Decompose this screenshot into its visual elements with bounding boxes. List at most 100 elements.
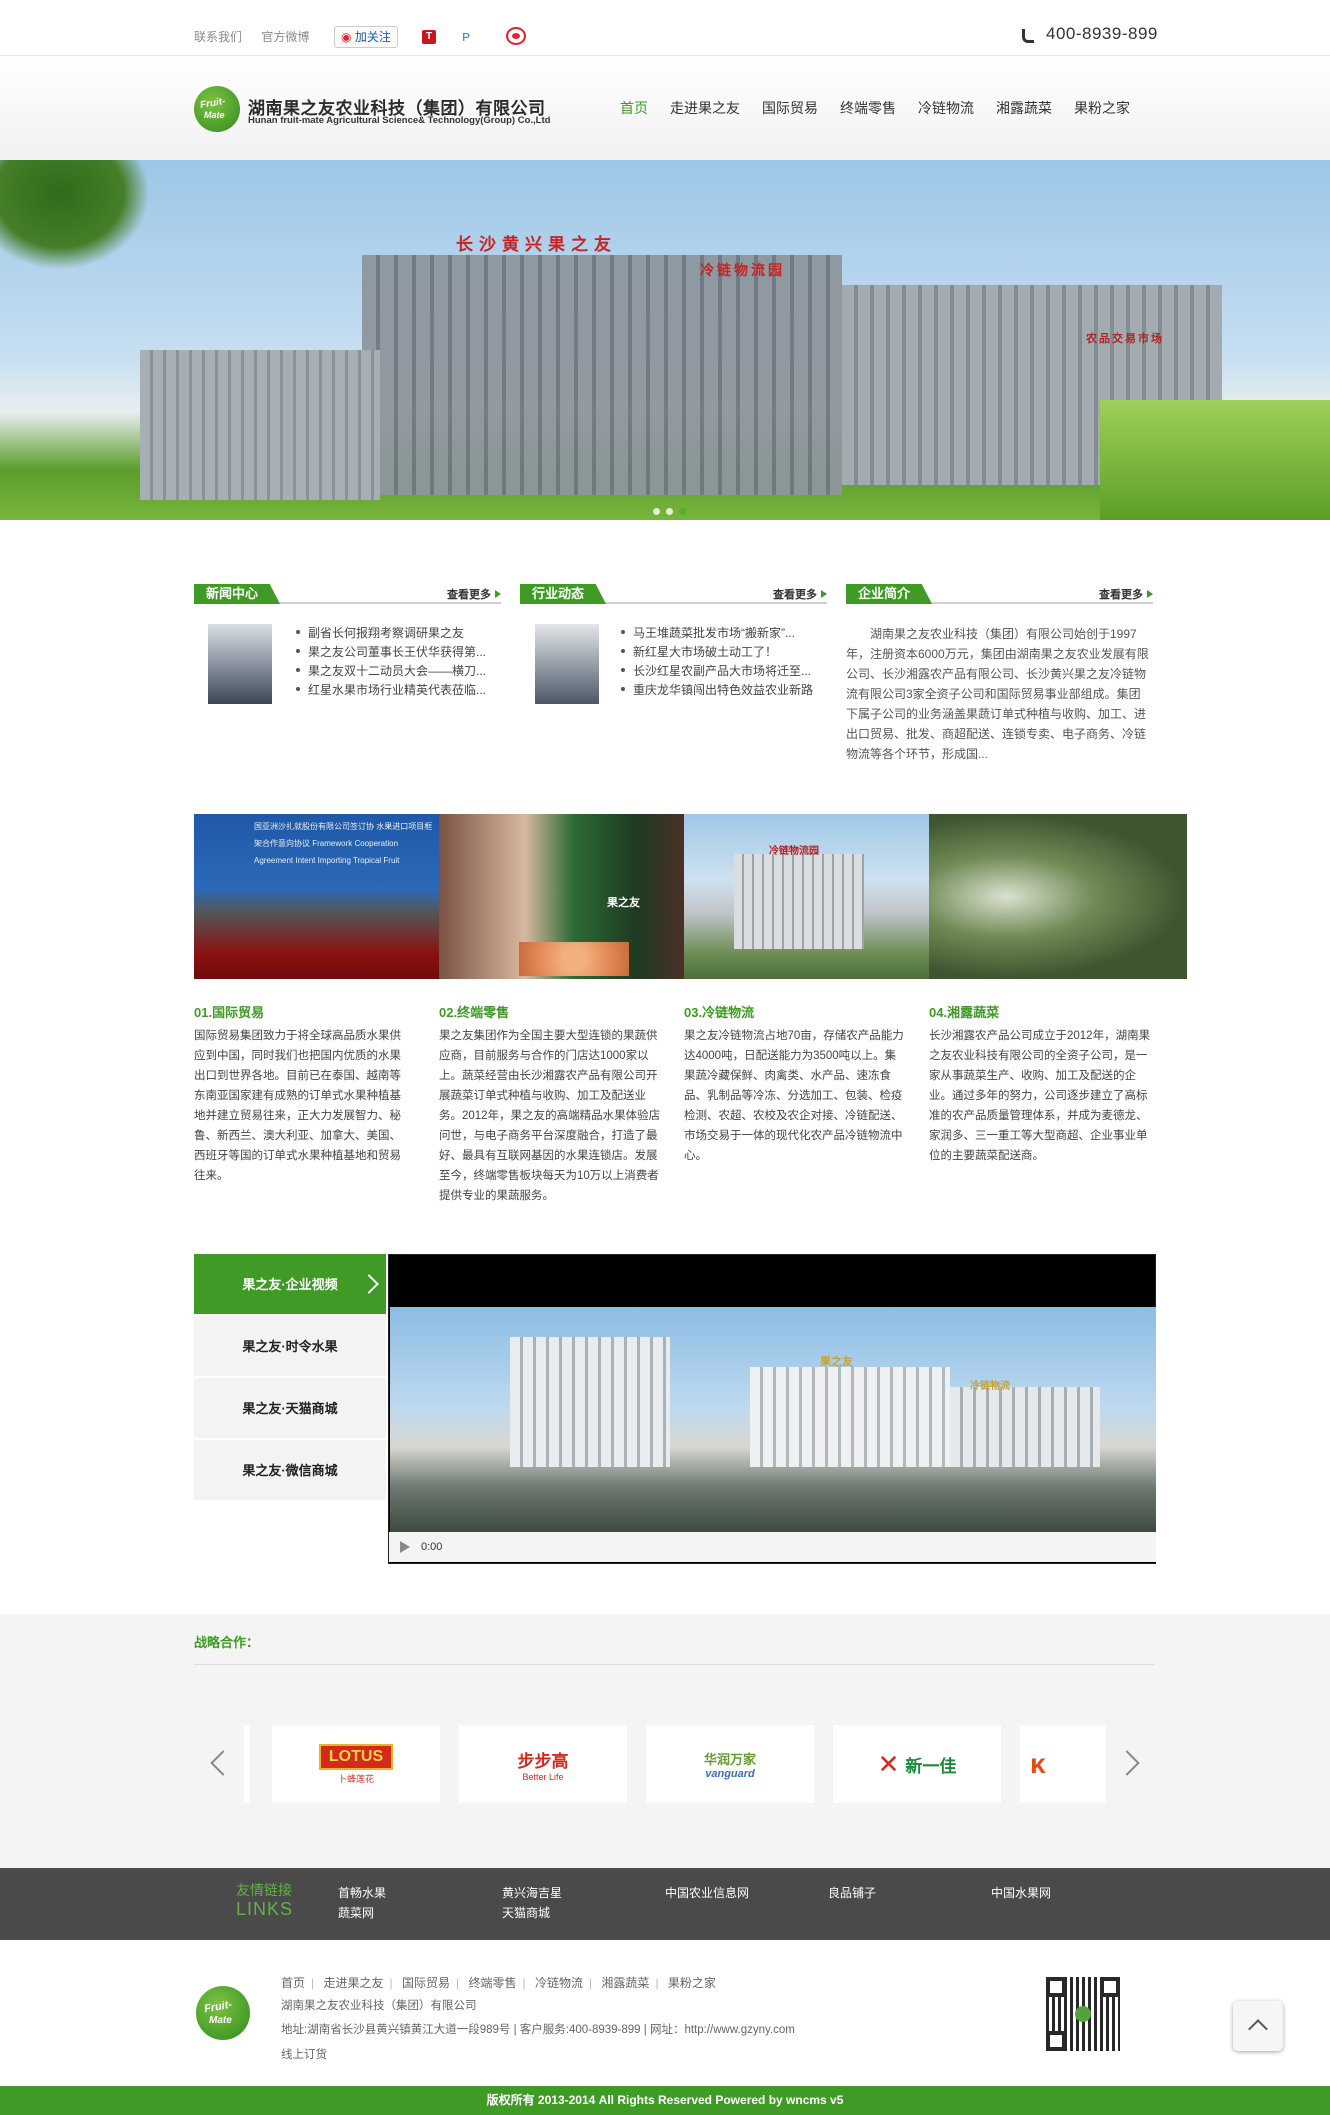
video-sign-1: 果之友 [820,1356,853,1368]
fruit-pile [519,942,629,976]
footer-order-link[interactable]: 线上订货 [281,2046,327,2062]
nav-home[interactable]: 首页 [620,98,648,118]
nav-vegetables[interactable]: 湘露蔬菜 [996,98,1052,118]
footer-nav-cold-chain[interactable]: 冷链物流 [535,1976,583,1990]
partner-logo-bubugao[interactable]: 步步高 Better Life [459,1725,627,1803]
feature-image-trade[interactable]: 国亚洲沙扎就股份有限公司签订协 水果进口项目框架合作意向协议 Framework… [194,814,439,979]
friend-link[interactable]: 蔬菜网 [338,1904,374,1921]
partner-logo-partial-left [244,1725,250,1803]
hero-banner[interactable]: 长沙黄兴果之友 冷链物流园 农品交易市场 [0,160,1330,520]
trade-banner-text: 国亚洲沙扎就股份有限公司签订协 水果进口项目框架合作意向协议 Framework… [254,822,433,865]
industry-item[interactable]: 新红星大市场破土动工了！ [621,643,817,662]
partner-logo-lotus[interactable]: LOTUS 卜蜂莲花 [272,1725,440,1803]
vanguard-logo-text: 华润万家 [703,1751,756,1767]
feature-title-trade[interactable]: 01.国际贸易 [194,1002,264,1021]
nav-about[interactable]: 走进果之友 [670,98,740,118]
weibo-follow-button[interactable]: ◉ 加关注 [334,26,398,48]
phone-icon [1022,29,1034,43]
back-to-top-button[interactable] [1233,2001,1283,2051]
xinyijia-logo-text: 新一佳 [905,1756,957,1776]
industry-item[interactable]: 重庆龙华镇闯出特色效益农业新路 [621,681,817,700]
main-nav: 首页 走进果之友 国际贸易 终端零售 冷链物流 湘露蔬菜 果粉之家 [620,98,1152,118]
feature-title-vegetables[interactable]: 04.湘露蔬菜 [929,1002,999,1021]
about-intro: 湖南果之友农业科技（集团）有限公司始创于1997年，注册资本6000万元，集团由… [846,627,1149,761]
logo[interactable]: Fruit- Mate [194,86,240,132]
feature-image-vegetables[interactable] [929,814,1187,979]
play-icon[interactable] [400,1541,410,1553]
banner-dot-active[interactable] [679,508,686,515]
hotline-number: 400-8939-899 [1046,24,1158,43]
tab-seasonal-fruit[interactable]: 果之友·时令水果 [194,1316,386,1378]
friend-link[interactable]: 首畅水果 [338,1884,386,1901]
industry-list: 马王堆蔬菜批发市场“搬新家”... 新红星大市场破土动工了！ 长沙红星农副产品大… [621,624,817,700]
news-item[interactable]: 副省长何报翔考察调研果之友 [296,624,494,643]
banner-dot[interactable] [666,508,673,515]
industry-section-title: 行业动态 [520,584,607,604]
friend-link[interactable]: 良品铺子 [828,1884,876,1901]
banner-pager [650,502,689,520]
banner-left-wing [140,350,380,500]
footer-nav-vegetables[interactable]: 湘露蔬菜 [601,1976,649,1990]
video-controls: 0:00 [389,1532,1156,1562]
partner-logo-vanguard[interactable]: 华润万家 vanguard [646,1725,814,1803]
banner-dot[interactable] [653,508,660,515]
footer-nav-home[interactable]: 首页 [281,1976,305,1990]
industry-thumbnail[interactable] [535,624,599,704]
sina-weibo-icon[interactable] [506,27,526,45]
weibo-link[interactable]: 官方微博 [261,30,309,44]
footer-nav-about[interactable]: 走进果之友 [323,1976,383,1990]
lotus-logo-sub: 卜蜂莲花 [337,1773,374,1784]
industry-more-link[interactable]: 查看更多 [773,586,827,602]
tab-company-video[interactable]: 果之友·企业视频 [194,1254,386,1316]
about-more-link[interactable]: 查看更多 [1099,586,1153,602]
video-building-right [950,1387,1100,1467]
banner-main-building [362,255,842,495]
partner-logo-partial-right[interactable]: ᴋ [1020,1725,1106,1803]
about-section-title: 企业简介 [846,584,933,604]
contact-link[interactable]: 联系我们 [194,30,242,44]
feature-image-cold-chain[interactable]: 冷链物流园 [684,814,929,979]
tab-wechat-store[interactable]: 果之友·微信商城 [194,1440,386,1502]
feature-text-cold-chain: 果之友冷链物流占地70亩，存储农产品能力达4000吨，日配送能力为3500吨以上… [684,1030,904,1162]
retail-apron-text: 果之友 [607,897,640,909]
news-item[interactable]: 红星水果市场行业精英代表莅临... [296,681,494,700]
footer-address: 地址:湖南省长沙县黄兴镇黄江大道一段989号 | 客户服务:400-8939-8… [281,2024,795,2036]
news-item[interactable]: 果之友双十二动员大会——横刀... [296,662,494,681]
qq-weibo-icon[interactable]: ᴘ [462,28,470,45]
friend-link[interactable]: 黄兴海吉星 [502,1884,562,1901]
friend-links-bar [0,1868,1330,1940]
friend-link[interactable]: 中国农业信息网 [665,1884,749,1901]
footer-nav-retail[interactable]: 终端零售 [468,1976,516,1990]
news-thumbnail[interactable] [208,624,272,704]
feature-title-retail[interactable]: 02.终端零售 [439,1002,509,1021]
links-title-en: LINKS [236,1899,294,1919]
bubugao-logo-text: 步步高 [517,1751,569,1771]
nav-cold-chain[interactable]: 冷链物流 [918,98,974,118]
news-more-link[interactable]: 查看更多 [447,586,501,602]
friend-link[interactable]: 中国水果网 [991,1884,1051,1901]
tab-tmall-store[interactable]: 果之友·天猫商城 [194,1378,386,1440]
footer-company: 湖南果之友农业科技（集团）有限公司 [281,2000,477,2012]
nav-retail[interactable]: 终端零售 [840,98,896,118]
banner-cold-chain-sign: 冷链物流园 [700,262,785,278]
footer-logo[interactable]: Fruit- Mate [196,1986,250,2040]
weibo-icon: ◉ [341,30,352,44]
video-frame[interactable]: 果之友 冷链物流 [390,1307,1156,1532]
feature-text-vegetables: 长沙湘露农产品公司成立于2012年，湖南果之友农业科技有限公司的全资子公司，是一… [929,1030,1151,1162]
news-item[interactable]: 果之友公司董事长王伏华获得第... [296,643,494,662]
feature-title-cold-chain[interactable]: 03.冷链物流 [684,1002,754,1021]
footer-nav-trade[interactable]: 国际贸易 [402,1976,450,1990]
tencent-icon[interactable]: T [422,30,436,44]
nav-international-trade[interactable]: 国际贸易 [762,98,818,118]
feature-text-trade: 国际贸易集团致力于将全球高品质水果供应到中国，同时我们也把国内优质的水果出口到世… [194,1030,401,1182]
feature-image-retail[interactable]: 果之友 [439,814,684,979]
footer-nav-fans[interactable]: 果粉之家 [668,1976,716,1990]
industry-item[interactable]: 长沙红星农副产品大市场将迁至... [621,662,817,681]
friend-link[interactable]: 天猫商城 [502,1904,550,1921]
video-time: 0:00 [421,1541,443,1553]
feature-text-retail: 果之友集团作为全国主要大型连锁的果蔬供应商，目前服务与合作的门店达1000家以上… [439,1030,661,1202]
industry-item[interactable]: 马王堆蔬菜批发市场“搬新家”... [621,624,817,643]
partner-logo-xinyijia[interactable]: ✕ 新一佳 [833,1725,1001,1803]
nav-fans[interactable]: 果粉之家 [1074,98,1130,118]
partners-divider [194,1664,1154,1665]
